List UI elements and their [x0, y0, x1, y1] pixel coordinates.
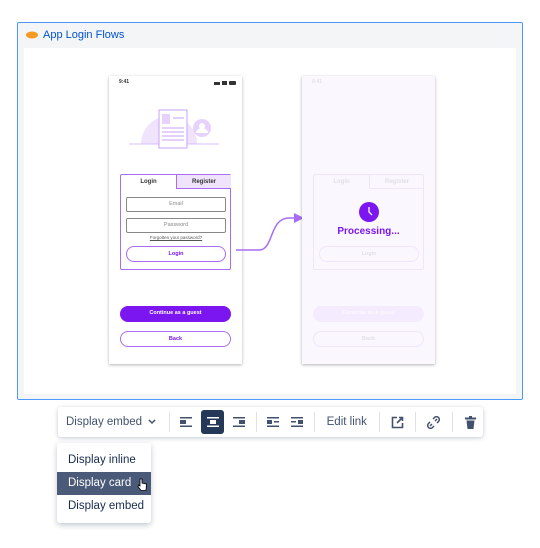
login-form: Login Register Login — [313, 174, 424, 270]
embed-header: App Login Flows — [26, 29, 124, 41]
external-link-icon — [391, 416, 404, 428]
tab-login[interactable]: Login — [121, 175, 176, 189]
edit-link-button[interactable]: Edit link — [320, 410, 375, 434]
embed-content: 9:41 Login Register Email Password Forgo… — [24, 48, 516, 394]
trash-icon — [464, 415, 476, 429]
phone-login-screen: 9:41 Login Register Email Password Forgo… — [109, 76, 242, 364]
align-center-button[interactable] — [201, 410, 225, 434]
tab-login: Login — [333, 179, 350, 185]
display-select-value: Display embed — [66, 416, 143, 428]
align-left-button[interactable] — [175, 410, 198, 434]
status-time: 9:41 — [312, 79, 323, 85]
login-button: Login — [319, 246, 419, 262]
chevron-down-icon — [148, 419, 156, 425]
login-form: Login Register Email Password Forgotten … — [120, 174, 231, 270]
email-field[interactable]: Email — [126, 197, 226, 212]
menu-item-display-inline[interactable]: Display inline — [57, 449, 151, 472]
forgot-password-link[interactable]: Forgotten your password? — [121, 235, 231, 240]
tab-register[interactable]: Register — [176, 175, 231, 189]
align-right-icon — [233, 417, 246, 427]
illustration — [129, 109, 219, 149]
password-field[interactable]: Password — [126, 218, 226, 233]
wrap-left-button[interactable] — [262, 410, 285, 434]
wrap-right-icon — [290, 417, 303, 427]
guest-button[interactable]: Continue as a guest — [120, 306, 231, 322]
unlink-icon — [427, 415, 441, 429]
align-right-button[interactable] — [227, 410, 250, 434]
status-time: 9:41 — [119, 79, 130, 85]
tab-register: Register — [369, 175, 424, 189]
menu-item-label: Display card — [68, 477, 132, 489]
delete-button[interactable] — [458, 410, 483, 434]
unlink-button[interactable] — [421, 410, 446, 434]
embed-title[interactable]: App Login Flows — [43, 29, 124, 41]
processing-label: Processing... — [337, 226, 400, 237]
clock-icon — [359, 202, 379, 222]
login-button[interactable]: Login — [126, 246, 226, 262]
display-menu: Display inline Display card Display embe… — [57, 443, 151, 523]
menu-item-display-card[interactable]: Display card — [57, 472, 151, 495]
display-select[interactable]: Display embed — [58, 410, 164, 434]
menu-item-display-embed[interactable]: Display embed — [57, 495, 151, 518]
embed-frame[interactable]: App Login Flows 9:41 Login Register Emai… — [17, 22, 523, 400]
flow-arrow — [236, 213, 304, 251]
back-button[interactable]: Back — [120, 331, 231, 347]
wrap-right-button[interactable] — [285, 410, 308, 434]
phone-processing-screen: 9:41 Login Register Login Continue as a … — [302, 76, 435, 364]
open-link-button[interactable] — [385, 410, 410, 434]
status-icons — [214, 81, 236, 85]
wrap-left-icon — [267, 417, 280, 427]
hand-cursor-icon — [137, 478, 147, 491]
embed-toolbar: Display embed Edit link — [58, 407, 483, 437]
align-left-icon — [180, 417, 193, 427]
guest-button: Continue as a guest — [313, 306, 424, 322]
back-button: Back — [313, 331, 424, 347]
align-center-icon — [206, 417, 219, 427]
app-logo-icon — [26, 31, 38, 39]
